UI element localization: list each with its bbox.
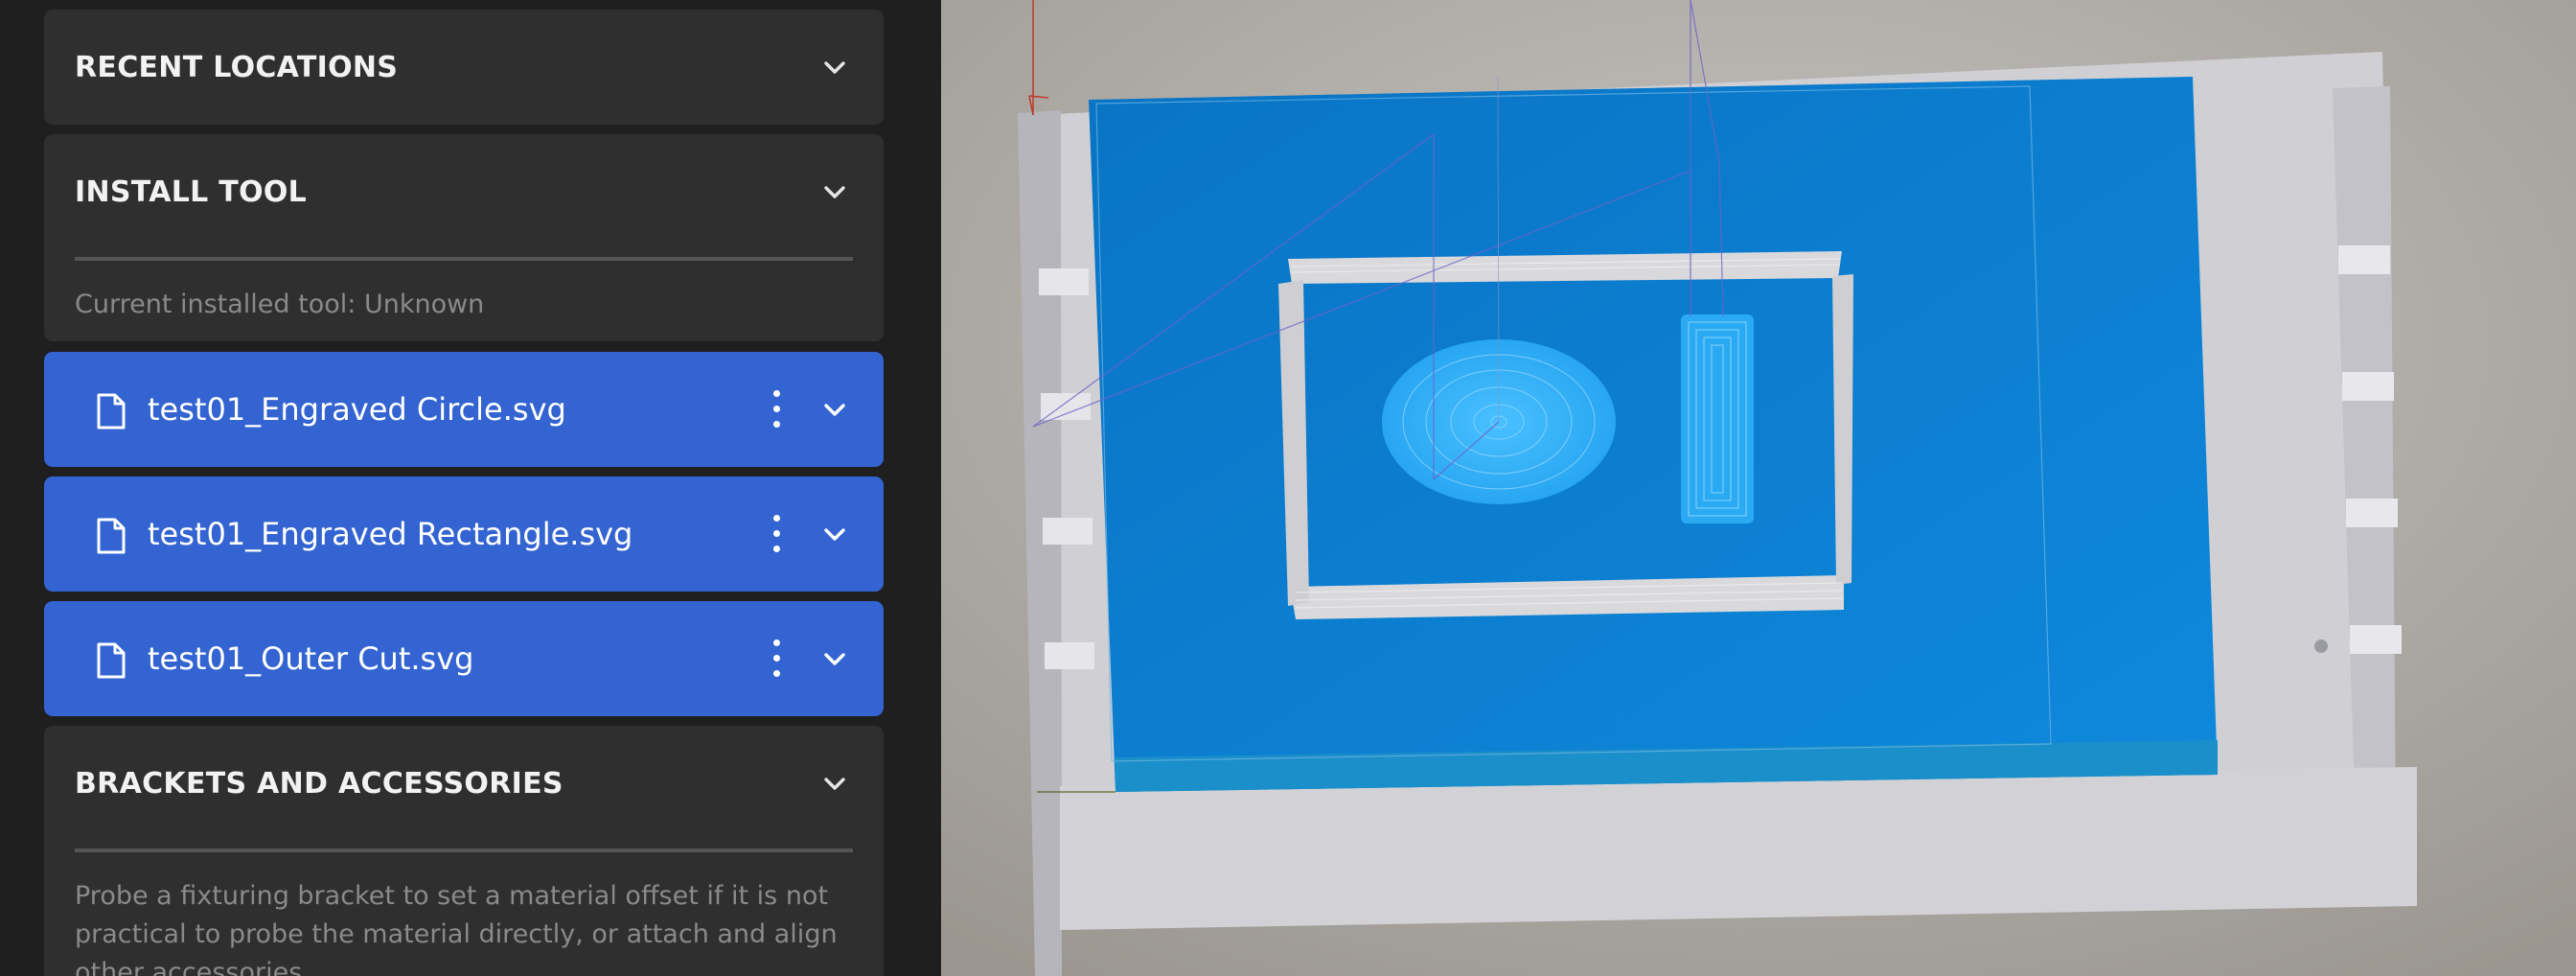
divider	[75, 257, 853, 261]
install-tool-title: INSTALL TOOL	[75, 174, 308, 209]
chevron-down-icon[interactable]	[822, 522, 847, 546]
chevron-down-icon[interactable]	[822, 646, 847, 671]
file-name: test01_Outer Cut.svg	[148, 640, 474, 677]
chevron-down-icon[interactable]	[822, 55, 847, 80]
file-icon	[97, 518, 126, 554]
recent-locations-header[interactable]: RECENT LOCATIONS	[44, 10, 884, 125]
sidebar: RECENT LOCATIONS INSTALL TOOL Current in…	[0, 0, 941, 976]
chevron-down-icon[interactable]	[822, 771, 847, 796]
chevron-down-icon[interactable]	[822, 179, 847, 204]
chevron-down-icon[interactable]	[822, 397, 847, 422]
install-tool-header[interactable]: INSTALL TOOL	[44, 134, 884, 249]
recent-locations-title: RECENT LOCATIONS	[75, 50, 399, 84]
file-row-engraved-circle[interactable]: test01_Engraved Circle.svg	[44, 352, 884, 467]
kebab-menu-icon[interactable]	[757, 388, 795, 430]
file-name: test01_Engraved Rectangle.svg	[148, 516, 633, 552]
recent-locations-section: RECENT LOCATIONS	[44, 10, 884, 125]
brackets-description: Probe a fixturing bracket to set a mater…	[75, 881, 838, 976]
installed-tool-status: Current installed tool: Unknown	[75, 290, 485, 319]
brackets-header[interactable]: BRACKETS AND ACCESSORIES	[44, 726, 884, 841]
kebab-menu-icon[interactable]	[757, 638, 795, 680]
file-row-outer-cut[interactable]: test01_Outer Cut.svg	[44, 601, 884, 716]
brackets-section: BRACKETS AND ACCESSORIES Probe a fixturi…	[44, 726, 884, 976]
file-icon	[97, 393, 126, 430]
file-row-engraved-rectangle[interactable]: test01_Engraved Rectangle.svg	[44, 476, 884, 592]
kebab-menu-icon[interactable]	[757, 513, 795, 555]
3d-viewport[interactable]	[941, 0, 2576, 976]
file-name: test01_Engraved Circle.svg	[148, 391, 566, 428]
brackets-title: BRACKETS AND ACCESSORIES	[75, 766, 564, 801]
machine-bed-render	[941, 0, 2576, 976]
file-icon	[97, 642, 126, 679]
install-tool-section: INSTALL TOOL Current installed tool: Unk…	[44, 134, 884, 341]
divider	[75, 848, 853, 852]
